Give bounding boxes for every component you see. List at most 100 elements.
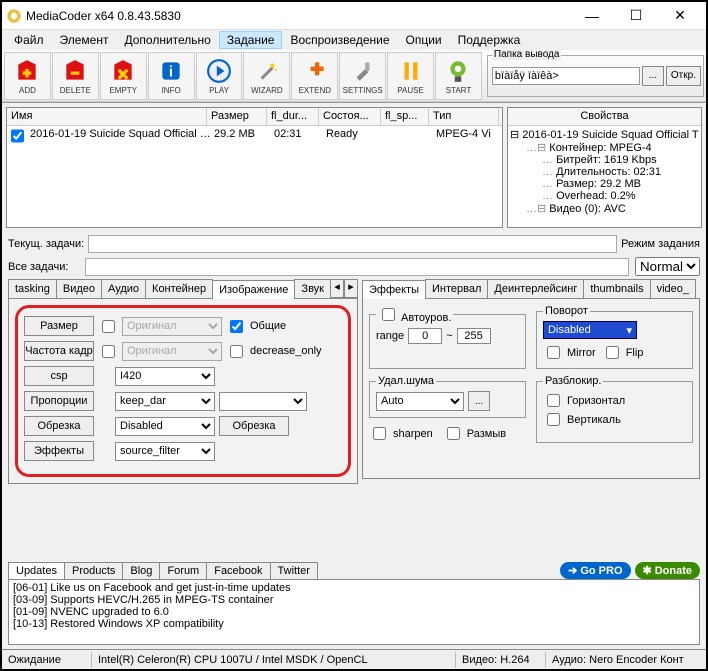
toolbar-info[interactable]: iINFO [148,52,195,100]
tab-tasking[interactable]: tasking [8,279,57,298]
donate-button[interactable]: ✱Donate [635,562,701,579]
framerate-enable-check[interactable] [102,345,115,358]
maximize-button[interactable]: ☐ [614,3,658,29]
tab-twitter[interactable]: Twitter [270,562,318,579]
tab-products[interactable]: Products [64,562,123,579]
tab-video[interactable]: Видео [56,279,102,298]
properties-tree[interactable]: 2016-01-19 Suicide Squad Official T Конт… [508,126,701,227]
task-mode-select[interactable]: Normal [635,257,700,276]
menu-file[interactable]: Файл [6,31,52,49]
size-button[interactable]: Размер [24,316,94,336]
output-folder-input[interactable] [492,67,640,85]
size-select: Оригинал [122,317,222,336]
toolbar-pause[interactable]: PAUSE [387,52,434,100]
col-size[interactable]: Размер [207,108,267,125]
csp-button[interactable]: csp [24,366,94,386]
common-check[interactable] [230,320,243,333]
aspect-extra-select[interactable] [219,392,307,411]
status-audio: Аудио: Nero Encoder Конт [546,652,706,668]
toolbar-play[interactable]: PLAY [196,52,243,100]
effects-button[interactable]: Эффекты [24,441,94,461]
sharpen-check[interactable] [373,427,386,440]
effects-select[interactable]: source_filter [115,442,215,461]
menu-element[interactable]: Элемент [52,31,117,49]
status-state: Ожидание [2,652,92,668]
tab-video-extra[interactable]: video_ [650,279,696,298]
tab-forum[interactable]: Forum [159,562,207,579]
all-tasks-label: Все задачи: [8,261,68,273]
col-speed[interactable]: fl_sp... [381,108,429,125]
common-label: Общие [250,320,286,332]
toolbar-empty[interactable]: EMPTY [100,52,147,100]
tab-deinterlace[interactable]: Деинтерлейсинг [487,279,584,298]
crop-action-button[interactable]: Обрезка [219,416,289,436]
menu-playback[interactable]: Воспроизведение [282,31,397,49]
browse-button[interactable]: ... [642,66,664,86]
output-folder-label: Папка вывода [492,49,562,60]
framerate-select: Оригинал [122,342,222,361]
flip-check[interactable] [606,346,619,359]
left-tabs: tasking Видео Аудио Контейнер Изображени… [8,279,358,299]
decrease-only-check[interactable] [230,345,243,358]
autolevel-group: Автоуров. range ~ [369,305,526,369]
deblock-v-check[interactable] [547,413,560,426]
range-max-input[interactable] [457,328,491,344]
tab-blog[interactable]: Blog [122,562,160,579]
tabs-left-nav[interactable]: ◂ [330,279,344,298]
denoise-select[interactable]: Auto [376,392,464,411]
size-enable-check[interactable] [102,320,115,333]
crop-button[interactable]: Обрезка [24,416,94,436]
crop-select[interactable]: Disabled [115,417,215,436]
autolevel-check[interactable] [382,308,395,321]
col-type[interactable]: Тип [429,108,499,125]
col-state[interactable]: Состоя... [319,108,381,125]
toolbar: ADD DELETE EMPTY iINFO PLAY WIZARD EXTEN… [2,50,706,102]
tab-audio[interactable]: Аудио [101,279,146,298]
all-tasks-field [85,258,629,276]
framerate-button[interactable]: Частота кадр [24,341,94,361]
toolbar-start[interactable]: START [435,52,482,100]
tab-container[interactable]: Контейнер [145,279,213,298]
toolbar-delete[interactable]: DELETE [52,52,99,100]
aspect-select[interactable]: keep_dar [115,392,215,411]
csp-select[interactable]: I420 [115,367,215,386]
file-row[interactable]: 2016-01-19 Suicide Squad Official … 29.2… [7,126,502,144]
update-line: [01-09] NVENC upgraded to 6.0 [13,606,695,618]
close-button[interactable]: ✕ [658,3,702,29]
open-button[interactable]: Откр. [666,66,701,86]
toolbar-extend[interactable]: EXTEND [291,52,338,100]
deblock-h-check[interactable] [547,394,560,407]
col-name[interactable]: Имя [7,108,207,125]
toolbar-settings[interactable]: SETTINGS [339,52,386,100]
tab-interval[interactable]: Интервал [425,279,488,298]
gopro-button[interactable]: ➔Go PRO [560,562,630,579]
mirror-check[interactable] [547,346,560,359]
aspect-button[interactable]: Пропорции [24,391,94,411]
rotate-group: Поворот Disabled▾ Mirror Flip [536,305,693,369]
toolbar-add[interactable]: ADD [4,52,51,100]
rotate-select[interactable]: Disabled▾ [543,321,637,339]
tab-thumbnails[interactable]: thumbnails [583,279,650,298]
properties-panel: Свойства 2016-01-19 Suicide Squad Offici… [507,107,702,228]
tab-sound[interactable]: Звук [294,279,331,298]
menu-options[interactable]: Опции [398,31,450,49]
tab-facebook[interactable]: Facebook [206,562,270,579]
menu-advanced[interactable]: Дополнительно [116,31,218,49]
updates-list[interactable]: [06-01] Like us on Facebook and get just… [8,579,700,645]
tab-updates[interactable]: Updates [8,562,65,579]
menu-task[interactable]: Задание [219,31,283,49]
file-row-check[interactable] [11,128,24,144]
tab-effects[interactable]: Эффекты [362,280,426,299]
file-list[interactable]: Имя Размер fl_dur... Состоя... fl_sp... … [6,107,503,228]
arrow-icon: ➔ [568,564,577,577]
tabs-right-nav[interactable]: ▸ [344,279,358,298]
col-duration[interactable]: fl_dur... [267,108,319,125]
blur-check[interactable] [447,427,460,440]
range-label: range [376,330,404,342]
tab-image[interactable]: Изображение [212,280,295,299]
range-min-input[interactable] [408,328,442,344]
menu-support[interactable]: Поддержка [450,31,529,49]
denoise-more-button[interactable]: ... [468,391,490,411]
minimize-button[interactable]: — [570,3,614,29]
toolbar-wizard[interactable]: WIZARD [243,52,290,100]
